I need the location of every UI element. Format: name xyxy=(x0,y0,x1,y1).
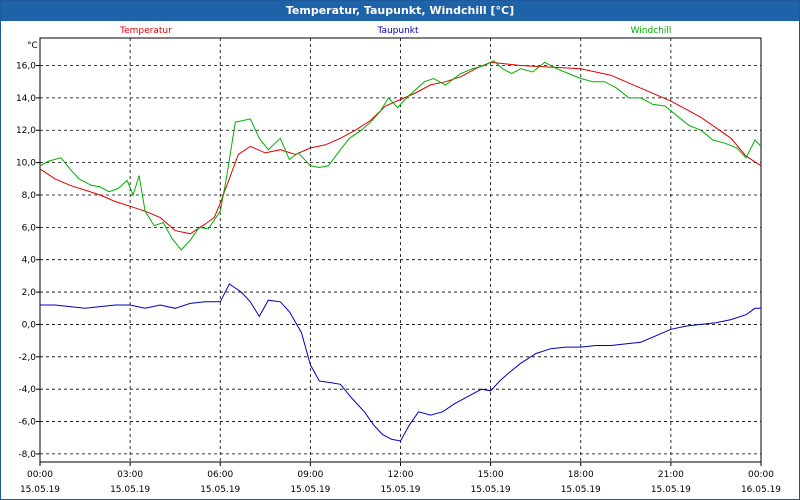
legend-taupunkt: Taupunkt xyxy=(376,26,419,36)
y-tick-label: 16,0 xyxy=(16,62,36,72)
x-tick-date: 15.05.19 xyxy=(200,485,240,495)
x-tick-time: 06:00 xyxy=(207,470,233,480)
x-tick-date: 15.05.19 xyxy=(561,485,601,495)
window-title: Temperatur, Taupunkt, Windchill [°C] xyxy=(1,1,799,21)
y-tick-label: -4,0 xyxy=(18,385,36,395)
y-tick-label: 12,0 xyxy=(16,126,36,136)
x-tick-time: 00:00 xyxy=(27,470,53,480)
y-tick-label: -2,0 xyxy=(18,353,36,363)
chart-window: Temperatur, Taupunkt, Windchill [°C] 16,… xyxy=(0,0,800,500)
x-tick-time: 12:00 xyxy=(388,470,414,480)
x-tick-time: 21:00 xyxy=(658,470,684,480)
x-tick-time: 00:00 xyxy=(748,470,774,480)
legend-windchill: Windchill xyxy=(631,26,672,36)
y-axis-label: °C xyxy=(27,41,38,51)
y-tick-label: 14,0 xyxy=(16,94,36,104)
legend-temperatur: Temperatur xyxy=(119,26,172,36)
y-tick-label: 10,0 xyxy=(16,159,36,169)
y-tick-label: 6,0 xyxy=(22,223,37,233)
x-tick-date: 16.05.19 xyxy=(741,485,781,495)
y-tick-label: -8,0 xyxy=(18,450,36,460)
x-tick-date: 15.05.19 xyxy=(20,485,60,495)
x-tick-date: 15.05.19 xyxy=(471,485,511,495)
y-tick-label: 0,0 xyxy=(22,320,37,330)
y-tick-label: 4,0 xyxy=(22,256,37,266)
line-chart: 16,0 14,0 12,0 10,0 8,0 6,0 4,0 2,0 0,0 -2,0 -4,0 -… xyxy=(16,26,781,495)
x-tick-time: 09:00 xyxy=(297,470,323,480)
x-tick-date: 15.05.19 xyxy=(290,485,330,495)
x-tick-date: 15.05.19 xyxy=(651,485,691,495)
x-tick-time: 03:00 xyxy=(117,470,143,480)
x-tick-time: 15:00 xyxy=(478,470,504,480)
y-tick-label: 8,0 xyxy=(22,191,37,201)
y-tick-label: -6,0 xyxy=(18,418,36,428)
x-tick-time: 18:00 xyxy=(568,470,594,480)
x-tick-date: 15.05.19 xyxy=(110,485,150,495)
x-tick-date: 15.05.19 xyxy=(380,485,420,495)
y-tick-label: 2,0 xyxy=(22,288,37,298)
